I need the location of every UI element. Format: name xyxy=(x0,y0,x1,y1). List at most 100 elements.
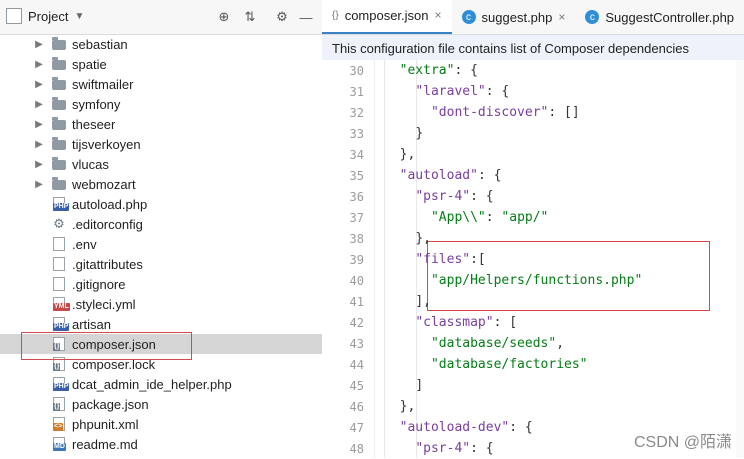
tree-item-label: webmozart xyxy=(72,176,136,192)
code-line: 42 "classmap": [ xyxy=(322,312,744,333)
minus-icon[interactable]: — xyxy=(296,7,316,27)
expand-arrow-icon[interactable]: ▶ xyxy=(34,119,44,130)
tree-item[interactable]: .gitattributes xyxy=(0,254,322,274)
folder-icon xyxy=(52,177,66,191)
tree-item-label: symfony xyxy=(72,96,121,112)
tree-item[interactable]: {} package.json xyxy=(0,394,322,414)
tree-item-label: .gitignore xyxy=(72,276,126,292)
tree-item[interactable]: ▶ webmozart xyxy=(0,174,322,194)
close-icon[interactable]: × xyxy=(558,10,565,24)
close-icon[interactable]: × xyxy=(435,8,442,22)
tree-item[interactable]: MD readme.md xyxy=(0,434,322,454)
code-text: } xyxy=(415,126,424,141)
code-editor[interactable]: 30 "extra": {31 "laravel": {32 "dont-dis… xyxy=(322,60,744,458)
code-line: 41 ], xyxy=(322,291,744,312)
code-line: 46 }, xyxy=(322,396,744,417)
folder-icon xyxy=(52,97,66,111)
tree-item-label: artisan xyxy=(72,316,112,332)
expand-arrow-icon[interactable]: ▶ xyxy=(34,139,44,150)
code-line: 34 }, xyxy=(322,144,744,165)
tree-item[interactable]: {} composer.lock xyxy=(0,354,322,374)
php-file-icon: PHP xyxy=(52,377,70,391)
composer-banner: This configuration file contains list of… xyxy=(322,35,744,62)
tree-item-label: swiftmailer xyxy=(72,76,134,92)
xml-file-icon: <> xyxy=(52,417,66,431)
expand-arrow-icon[interactable]: ▶ xyxy=(34,159,44,170)
json-file-icon: {} xyxy=(52,397,66,411)
expand-arrow-icon[interactable]: ▶ xyxy=(34,59,44,70)
settings-file-icon: ⚙ xyxy=(53,216,65,231)
line-number: 45 xyxy=(349,378,364,393)
tree-item[interactable]: ▶ symfony xyxy=(0,94,322,114)
folder-icon xyxy=(52,37,66,51)
line-number: 35 xyxy=(349,168,364,183)
tree-item[interactable]: YML .styleci.yml xyxy=(0,294,322,314)
code-line: 32 "dont-discover": [] xyxy=(322,102,744,123)
code-line: 39 "files":[ xyxy=(322,249,744,270)
json-file-icon: {} xyxy=(52,337,66,351)
tree-item[interactable]: {} composer.json xyxy=(0,334,322,354)
tree-item[interactable]: ▶ spatie xyxy=(0,54,322,74)
tree-item-label: composer.lock xyxy=(72,356,156,372)
code-text: "app/Helpers/functions.php" xyxy=(430,273,643,288)
project-selector[interactable]: Project ▼ xyxy=(6,8,84,24)
tree-item[interactable]: ▶ vlucas xyxy=(0,154,322,174)
code-line: 36 "psr-4": { xyxy=(322,186,744,207)
line-number: 37 xyxy=(349,210,364,225)
code-text: "classmap": [ xyxy=(415,315,518,330)
class-icon: c xyxy=(461,10,476,24)
editor-scrollbar[interactable] xyxy=(736,60,744,458)
code-text: "psr-4": { xyxy=(415,441,494,456)
folder-icon xyxy=(52,77,66,91)
collapse-icon[interactable]: ⇅ xyxy=(240,7,260,27)
folder-icon xyxy=(52,57,66,71)
tree-item[interactable]: PHP artisan xyxy=(0,314,322,334)
gear-icon[interactable]: ⚙ xyxy=(272,7,292,27)
line-number: 39 xyxy=(349,252,364,267)
code-line: 30 "extra": { xyxy=(322,60,744,81)
tree-item-label: composer.json xyxy=(72,336,156,352)
tree-item[interactable]: ⚙ .editorconfig xyxy=(0,214,322,234)
expand-arrow-icon[interactable]: ▶ xyxy=(34,79,44,90)
expand-arrow-icon[interactable]: ▶ xyxy=(34,179,44,190)
tree-item[interactable]: .env xyxy=(0,234,322,254)
tree-item-label: .env xyxy=(72,236,97,252)
code-text: "autoload": { xyxy=(399,168,502,183)
tree-item[interactable]: <> phpunit.xml xyxy=(0,414,322,434)
tree-item[interactable]: .gitignore xyxy=(0,274,322,294)
code-line: 33 } xyxy=(322,123,744,144)
line-number: 47 xyxy=(349,420,364,435)
locate-icon[interactable]: ⊕ xyxy=(214,7,234,27)
tab-composer-json[interactable]: {} composer.json × xyxy=(322,0,452,34)
tree-item[interactable]: PHP autoload.php xyxy=(0,194,322,214)
tree-item[interactable]: ▶ swiftmailer xyxy=(0,74,322,94)
code-line: 44 "database/factories" xyxy=(322,354,744,375)
tab-suggestcontroller-php[interactable]: c SuggestController.php xyxy=(575,0,744,34)
line-number: 40 xyxy=(349,273,364,288)
line-number: 42 xyxy=(349,315,364,330)
code-text: "database/seeds", xyxy=(430,336,565,351)
tree-item[interactable]: ▶ sebastian xyxy=(0,34,322,54)
php-file-icon: PHP xyxy=(52,197,70,211)
tree-item[interactable]: ▶ tijsverkoyen xyxy=(0,134,322,154)
tree-item-label: spatie xyxy=(72,56,107,72)
md-file-icon: MD xyxy=(52,437,66,451)
tab-suggest-php[interactable]: c suggest.php × xyxy=(452,0,576,34)
code-text: "App\\": "app/" xyxy=(430,210,549,225)
expand-arrow-icon[interactable]: ▶ xyxy=(34,99,44,110)
line-number: 30 xyxy=(349,63,364,78)
file-file-icon xyxy=(52,237,66,251)
line-number: 33 xyxy=(349,126,364,141)
project-panel: Project ▼ ⊕ ⇅ ⚙ — ▶ sebastian ▶ spatie ▶ swif… xyxy=(0,0,323,458)
tree-item-label: theseer xyxy=(72,116,116,132)
tree-item[interactable]: PHP dcat_admin_ide_helper.php xyxy=(0,374,322,394)
code-text: "laravel": { xyxy=(415,84,510,99)
tab-label: composer.json xyxy=(344,7,429,23)
tree-item-label: package.json xyxy=(72,396,149,412)
line-number: 43 xyxy=(349,336,364,351)
tree-item[interactable]: ▶ theseer xyxy=(0,114,322,134)
line-number: 38 xyxy=(349,231,364,246)
tree-item-label: phpunit.xml xyxy=(72,416,139,432)
expand-arrow-icon[interactable]: ▶ xyxy=(34,39,44,50)
folder-icon xyxy=(52,157,66,171)
